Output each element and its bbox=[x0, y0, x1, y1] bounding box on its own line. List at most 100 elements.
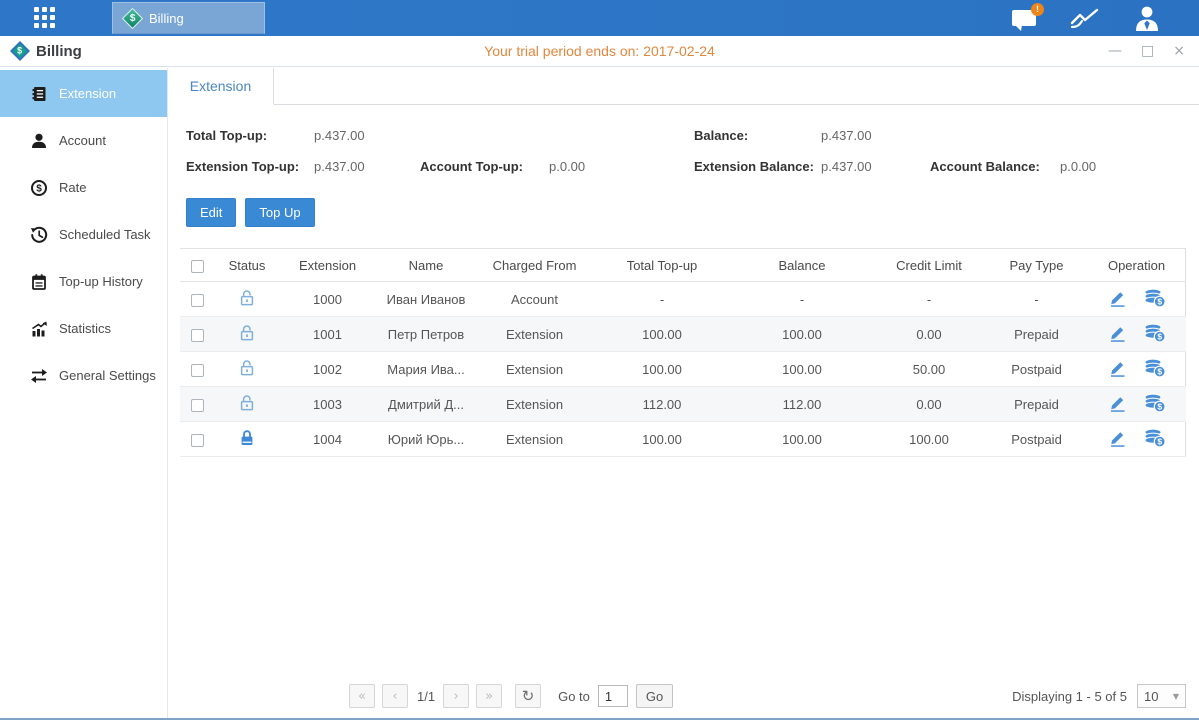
cell-total-topup: - bbox=[592, 282, 732, 317]
status-lock-icon[interactable] bbox=[239, 324, 255, 341]
extension-balance-value: p.437.00 bbox=[821, 159, 930, 174]
edit-row-icon[interactable] bbox=[1108, 324, 1127, 342]
cell-balance: 112.00 bbox=[732, 387, 872, 422]
cell-pay-type: Postpaid bbox=[986, 422, 1087, 457]
main-content: Extension Total Top-up: p.437.00 Balance… bbox=[168, 68, 1199, 718]
top-app-bar: $ Billing ! bbox=[0, 0, 1199, 36]
extension-topup-label: Extension Top-up: bbox=[186, 159, 314, 174]
billing-app-tab[interactable]: $ Billing bbox=[112, 2, 265, 34]
sidebar-item-general-settings[interactable]: General Settings bbox=[0, 352, 167, 399]
edit-row-icon[interactable] bbox=[1108, 394, 1127, 412]
col-charged-from: Charged From bbox=[477, 249, 592, 282]
user-account-icon[interactable] bbox=[1133, 5, 1161, 32]
dollar-circle-icon: $ bbox=[30, 179, 48, 197]
statistics-chart-icon[interactable] bbox=[1069, 6, 1100, 30]
cell-charged-from: Extension bbox=[477, 422, 592, 457]
trial-notice: Your trial period ends on: 2017-02-24 bbox=[0, 36, 1199, 66]
last-page-button[interactable]: » bbox=[476, 684, 502, 708]
status-lock-icon[interactable] bbox=[239, 289, 255, 306]
row-checkbox[interactable] bbox=[191, 294, 204, 307]
sidebar-item-label: Rate bbox=[59, 180, 86, 195]
cell-balance: 100.00 bbox=[732, 352, 872, 387]
top-up-row-icon[interactable]: $ bbox=[1143, 358, 1166, 378]
transfer-arrows-icon bbox=[30, 367, 48, 385]
cell-charged-from: Extension bbox=[477, 387, 592, 422]
edit-row-icon[interactable] bbox=[1108, 359, 1127, 377]
sidebar-item-rate[interactable]: $ Rate bbox=[0, 164, 167, 211]
cell-total-topup: 100.00 bbox=[592, 352, 732, 387]
edit-row-icon[interactable] bbox=[1108, 429, 1127, 447]
cell-name: Мария Ива... bbox=[375, 352, 477, 387]
status-lock-icon[interactable] bbox=[239, 359, 255, 376]
select-all-checkbox[interactable] bbox=[191, 260, 204, 273]
status-lock-icon[interactable] bbox=[239, 394, 255, 411]
history-clock-icon bbox=[30, 226, 48, 244]
tab-extension[interactable]: Extension bbox=[168, 68, 274, 105]
top-up-row-icon[interactable]: $ bbox=[1143, 323, 1166, 343]
pagination-bar: « ‹ 1/1 › » ↻ Go to Go Displaying 1 - 5 … bbox=[349, 684, 1186, 708]
dropdown-caret-icon: ▼ bbox=[1173, 692, 1179, 701]
cell-credit-limit: 0.00 bbox=[872, 387, 986, 422]
close-icon[interactable]: × bbox=[1173, 44, 1185, 58]
cell-pay-type: Prepaid bbox=[986, 387, 1087, 422]
next-page-button[interactable]: › bbox=[443, 684, 469, 708]
apps-grid-icon[interactable] bbox=[34, 7, 58, 29]
row-checkbox[interactable] bbox=[191, 329, 204, 342]
top-up-row-icon[interactable]: $ bbox=[1143, 288, 1166, 308]
cell-credit-limit: - bbox=[872, 282, 986, 317]
goto-page-input[interactable] bbox=[598, 685, 628, 707]
balance-label: Balance: bbox=[694, 128, 821, 143]
edit-button[interactable]: Edit bbox=[186, 198, 236, 227]
top-up-row-icon[interactable]: $ bbox=[1143, 428, 1166, 448]
prev-page-button[interactable]: ‹ bbox=[382, 684, 408, 708]
total-topup-label: Total Top-up: bbox=[186, 128, 314, 143]
table-body: 1000 Иван Иванов Account - - - - bbox=[180, 282, 1186, 457]
extensions-table: Status Extension Name Charged From Total… bbox=[180, 248, 1186, 457]
status-lock-icon[interactable] bbox=[239, 429, 255, 446]
svg-text:$: $ bbox=[1157, 367, 1162, 377]
cell-total-topup: 100.00 bbox=[592, 422, 732, 457]
maximize-icon[interactable]: □ bbox=[1141, 44, 1154, 58]
sidebar-item-statistics[interactable]: Statistics bbox=[0, 305, 167, 352]
billing-app-icon: $ bbox=[122, 7, 143, 28]
cell-name: Иван Иванов bbox=[375, 282, 477, 317]
refresh-button[interactable]: ↻ bbox=[515, 684, 541, 708]
table-row: 1003 Дмитрий Д... Extension 112.00 112.0… bbox=[180, 387, 1186, 422]
cell-charged-from: Extension bbox=[477, 317, 592, 352]
calendar-icon bbox=[30, 273, 48, 291]
cell-credit-limit: 50.00 bbox=[872, 352, 986, 387]
account-balance-label: Account Balance: bbox=[930, 159, 1060, 174]
edit-row-icon[interactable] bbox=[1108, 289, 1127, 307]
row-checkbox[interactable] bbox=[191, 434, 204, 447]
account-topup-value: p.0.00 bbox=[549, 159, 694, 174]
go-button[interactable]: Go bbox=[636, 684, 673, 708]
svg-text:$: $ bbox=[1157, 402, 1162, 412]
row-checkbox[interactable] bbox=[191, 399, 204, 412]
sidebar-item-scheduled-task[interactable]: Scheduled Task bbox=[0, 211, 167, 258]
extension-balance-label: Extension Balance: bbox=[694, 159, 821, 174]
top-up-button[interactable]: Top Up bbox=[245, 198, 314, 227]
app-tab-label: Billing bbox=[149, 11, 184, 26]
cell-extension: 1003 bbox=[280, 387, 375, 422]
sidebar-item-extension[interactable]: Extension bbox=[0, 70, 167, 117]
first-page-button[interactable]: « bbox=[349, 684, 375, 708]
svg-text:$: $ bbox=[1157, 437, 1162, 447]
row-checkbox[interactable] bbox=[191, 364, 204, 377]
page-size-dropdown[interactable]: 10 ▼ bbox=[1137, 684, 1186, 708]
minimize-icon[interactable]: — bbox=[1108, 44, 1122, 58]
balance-summary: Total Top-up: p.437.00 Balance: p.437.00… bbox=[168, 105, 1199, 182]
sidebar-item-label: Statistics bbox=[59, 321, 111, 336]
cell-total-topup: 112.00 bbox=[592, 387, 732, 422]
sidebar-item-label: General Settings bbox=[59, 368, 156, 383]
page-indicator: 1/1 bbox=[417, 689, 435, 704]
col-credit-limit: Credit Limit bbox=[872, 249, 986, 282]
notifications-icon[interactable]: ! bbox=[1012, 10, 1036, 26]
top-up-row-icon[interactable]: $ bbox=[1143, 393, 1166, 413]
cell-name: Юрий Юрь... bbox=[375, 422, 477, 457]
sidebar-item-label: Account bbox=[59, 133, 106, 148]
displaying-text: Displaying 1 - 5 of 5 bbox=[1012, 689, 1127, 704]
sidebar-item-topup-history[interactable]: Top-up History bbox=[0, 258, 167, 305]
sidebar-item-account[interactable]: Account bbox=[0, 117, 167, 164]
cell-credit-limit: 100.00 bbox=[872, 422, 986, 457]
cell-charged-from: Account bbox=[477, 282, 592, 317]
